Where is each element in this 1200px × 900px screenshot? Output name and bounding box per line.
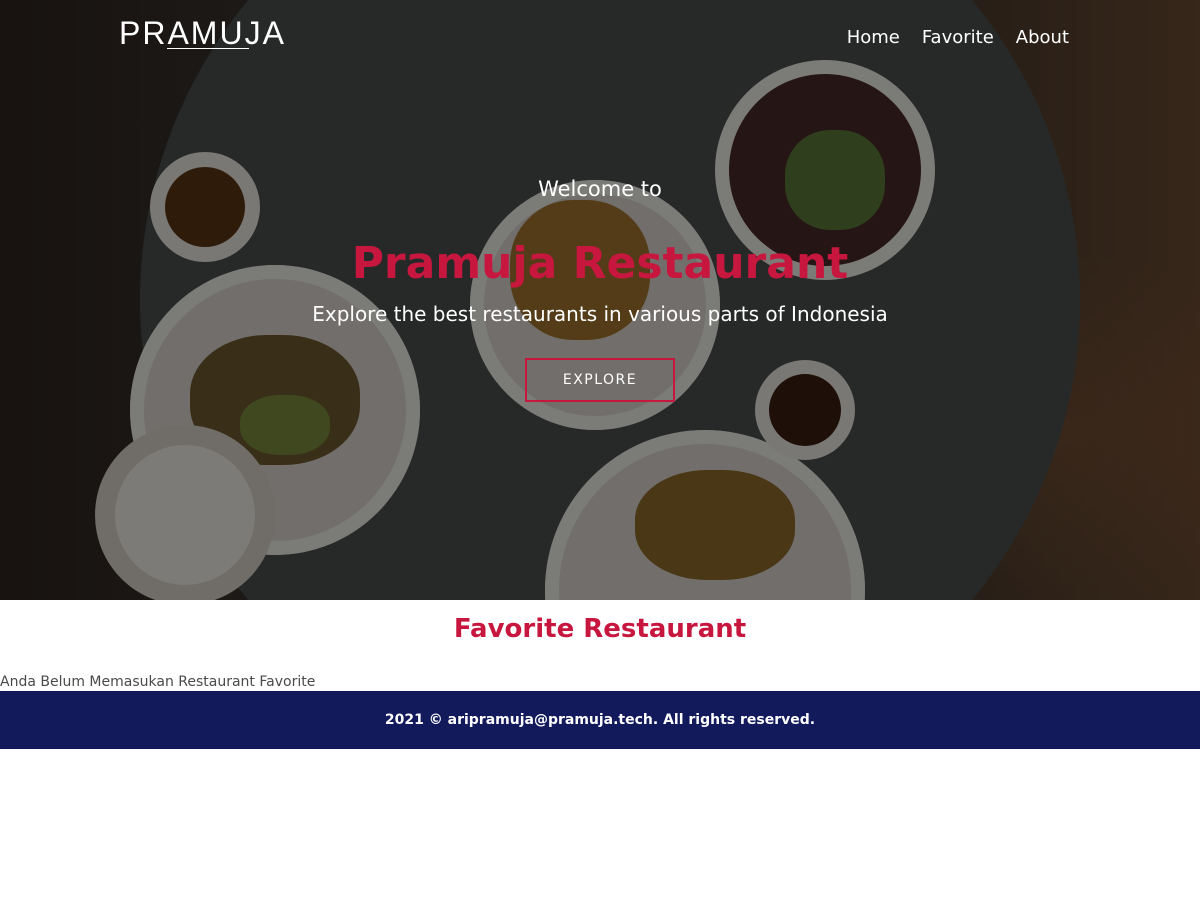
navbar: PRAMUJA Home Favorite About	[0, 0, 1200, 76]
nav-link-home[interactable]: Home	[847, 26, 900, 50]
hero-title: Pramuja Restaurant	[351, 238, 849, 289]
brand-logo[interactable]: PRAMUJA	[119, 14, 286, 52]
footer: 2021 © aripramuja@pramuja.tech. All righ…	[0, 691, 1200, 749]
explore-button[interactable]: EXPLORE	[525, 358, 675, 402]
hero-subtitle: Explore the best restaurants in various …	[312, 302, 888, 326]
nav-link-about[interactable]: About	[1016, 26, 1069, 50]
favorite-section: Favorite Restaurant Anda Belum Memasukan…	[0, 600, 1200, 691]
favorite-section-title: Favorite Restaurant	[453, 614, 747, 644]
hero-content: Welcome to Pramuja Restaurant Explore th…	[0, 174, 1200, 402]
hero-section: PRAMUJA Home Favorite About Welcome to P…	[0, 0, 1200, 600]
footer-copyright: 2021 © aripramuja@pramuja.tech. All righ…	[384, 712, 816, 728]
nav-link-favorite[interactable]: Favorite	[922, 26, 994, 50]
brand-underline	[167, 48, 249, 49]
empty-favorites-message: Anda Belum Memasukan Restaurant Favorite	[0, 674, 316, 690]
hero-welcome-text: Welcome to	[538, 177, 662, 201]
nav-links: Home Favorite About	[847, 26, 1069, 50]
